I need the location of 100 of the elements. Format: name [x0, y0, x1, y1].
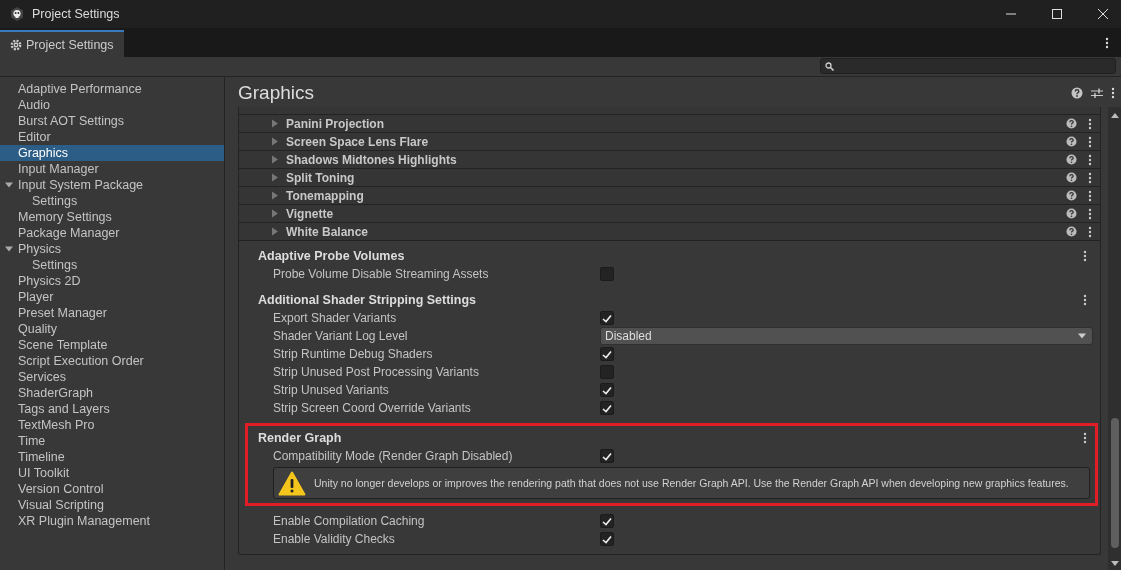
section-title: Additional Shader Stripping Settings — [258, 293, 478, 307]
checkbox[interactable] — [600, 383, 614, 397]
sidebar-item[interactable]: Input Manager — [0, 161, 224, 177]
sidebar-item[interactable]: Burst AOT Settings — [0, 113, 224, 129]
sidebar-item[interactable]: UI Toolkit — [0, 465, 224, 481]
sidebar-item[interactable]: Time — [0, 433, 224, 449]
field-label: Strip Unused Variants — [273, 383, 390, 397]
expand-arrow-icon[interactable] — [271, 137, 279, 146]
sidebar-item[interactable]: Adaptive Performance — [0, 81, 224, 97]
search-icon — [825, 61, 834, 71]
more-options-icon[interactable] — [1111, 87, 1115, 99]
help-icon[interactable] — [1066, 136, 1077, 147]
checkbox[interactable] — [600, 365, 614, 379]
close-icon[interactable] — [1097, 8, 1109, 20]
checkbox[interactable] — [600, 514, 614, 528]
override-label: Screen Space Lens Flare — [286, 134, 430, 149]
help-icon[interactable] — [1066, 208, 1077, 219]
expand-arrow-icon[interactable] — [271, 209, 279, 218]
sidebar-item[interactable]: Script Execution Order — [0, 353, 224, 369]
checkbox[interactable] — [600, 532, 614, 546]
expand-arrow-icon[interactable] — [271, 119, 279, 128]
help-icon[interactable] — [1071, 87, 1083, 99]
scroll-up-icon[interactable] — [1110, 113, 1119, 118]
expand-arrow-icon[interactable] — [5, 181, 13, 189]
sidebar-item[interactable]: Settings — [0, 193, 224, 209]
checkbox[interactable] — [600, 347, 614, 361]
help-icon[interactable] — [1066, 190, 1077, 201]
more-options-icon[interactable] — [1088, 189, 1092, 202]
sidebar-item[interactable]: Package Manager — [0, 225, 224, 241]
field-label: Compatibility Mode (Render Graph Disabled) — [273, 449, 514, 463]
more-options-icon[interactable] — [1083, 432, 1087, 444]
more-options-icon[interactable] — [1083, 250, 1087, 262]
sidebar-item[interactable]: Physics 2D — [0, 273, 224, 289]
sidebar-item[interactable]: Timeline — [0, 449, 224, 465]
sidebar-item[interactable]: Editor — [0, 129, 224, 145]
sidebar-item[interactable]: Scene Template — [0, 337, 224, 353]
field-label: Strip Screen Coord Override Variants — [273, 401, 472, 415]
caret-icon — [1078, 333, 1086, 339]
checkbox[interactable] — [600, 311, 614, 325]
sidebar-item[interactable]: XR Plugin Management — [0, 513, 224, 529]
field-label: Strip Runtime Debug Shaders — [273, 347, 434, 361]
field-label: Probe Volume Disable Streaming Assets — [273, 267, 490, 281]
sidebar-item[interactable]: Services — [0, 369, 224, 385]
expand-arrow-icon[interactable] — [5, 245, 13, 253]
field-label: Strip Unused Post Processing Variants — [273, 365, 480, 379]
expand-arrow-icon[interactable] — [271, 191, 279, 200]
override-label: Split Toning — [286, 170, 356, 185]
sidebar-item[interactable]: Preset Manager — [0, 305, 224, 321]
window-title: Project Settings — [32, 7, 120, 21]
sidebar-item[interactable]: Input System Package — [0, 177, 224, 193]
sidebar-item[interactable]: Quality — [0, 321, 224, 337]
sidebar-item[interactable]: TextMesh Pro — [0, 417, 224, 433]
app-logo-icon — [10, 7, 24, 21]
field-label: Enable Compilation Caching — [273, 514, 426, 528]
scrollbar-thumb[interactable] — [1110, 418, 1119, 548]
dropdown[interactable]: Disabled — [600, 327, 1093, 345]
checkbox[interactable] — [600, 401, 614, 415]
more-options-icon[interactable] — [1088, 171, 1092, 184]
more-options-icon[interactable] — [1088, 153, 1092, 166]
section-title: Adaptive Probe Volumes — [258, 249, 406, 263]
more-options-icon[interactable] — [1088, 225, 1092, 238]
gear-icon — [10, 38, 22, 51]
help-icon[interactable] — [1066, 154, 1077, 165]
maximize-icon[interactable] — [1051, 8, 1063, 20]
help-icon[interactable] — [1066, 118, 1077, 129]
sidebar-item[interactable]: ShaderGraph — [0, 385, 224, 401]
more-options-icon[interactable] — [1088, 135, 1092, 148]
sidebar-item[interactable]: Settings — [0, 257, 224, 273]
field-label: Shader Variant Log Level — [273, 329, 409, 343]
expand-arrow-icon[interactable] — [271, 227, 279, 236]
sidebar-item[interactable]: Memory Settings — [0, 209, 224, 225]
settings-tab[interactable]: Project Settings — [0, 30, 124, 57]
sidebar-item[interactable]: Graphics — [0, 145, 224, 161]
preset-sliders-icon[interactable] — [1091, 87, 1103, 99]
sidebar-item[interactable]: Player — [0, 289, 224, 305]
more-options-icon[interactable] — [1088, 117, 1092, 130]
sidebar-item[interactable]: Visual Scripting — [0, 497, 224, 513]
help-icon[interactable] — [1066, 172, 1077, 183]
sidebar-item[interactable]: Physics — [0, 241, 224, 257]
section-title: Render Graph — [258, 431, 343, 445]
help-icon[interactable] — [1066, 226, 1077, 237]
more-options-icon[interactable] — [1088, 207, 1092, 220]
checkbox[interactable] — [600, 267, 614, 281]
checkbox[interactable] — [600, 449, 614, 463]
override-label: Shadows Midtones Highlights — [286, 152, 458, 167]
sidebar-item[interactable]: Tags and Layers — [0, 401, 224, 417]
search-field[interactable] — [820, 58, 1116, 74]
expand-arrow-icon[interactable] — [271, 173, 279, 182]
override-label: Tonemapping — [286, 188, 365, 203]
sidebar-item[interactable]: Audio — [0, 97, 224, 113]
warning-message: Unity no longer develops or improves the rendering path that does not use Render Graph API. Use the Render Graph API when developing new graphics features. — [314, 477, 1069, 489]
expand-arrow-icon[interactable] — [271, 155, 279, 164]
scroll-down-icon[interactable] — [1110, 561, 1119, 566]
sidebar-item[interactable]: Version Control — [0, 481, 224, 497]
page-title: Graphics — [238, 82, 315, 104]
warning-icon — [278, 470, 306, 496]
more-options-icon[interactable] — [1105, 36, 1109, 49]
field-label: Enable Validity Checks — [273, 532, 396, 546]
more-options-icon[interactable] — [1083, 294, 1087, 306]
override-label: Vignette — [286, 206, 335, 221]
